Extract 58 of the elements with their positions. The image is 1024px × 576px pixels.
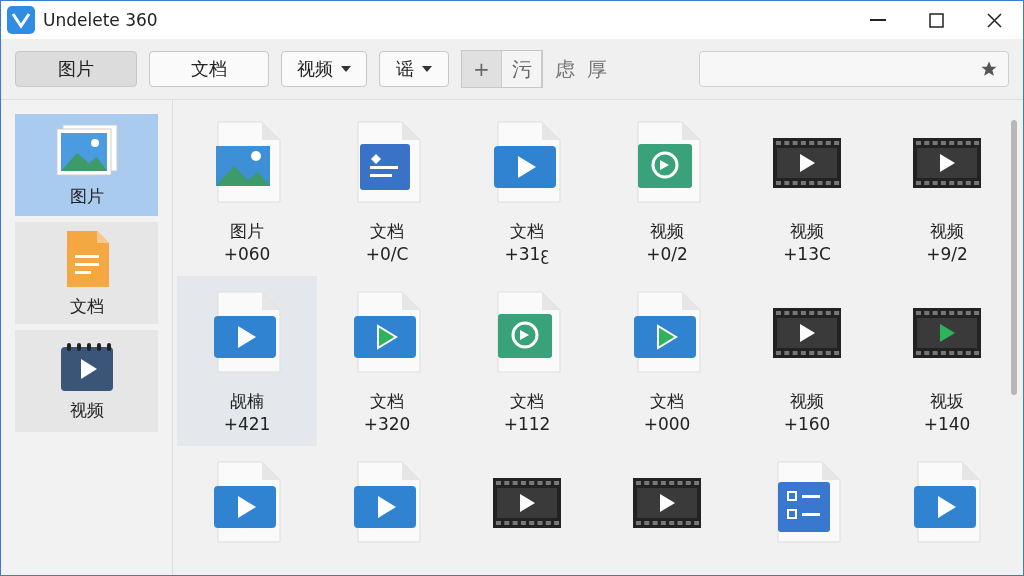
file-name: 视频 [790, 220, 824, 242]
filter-button[interactable]: 图片 [15, 51, 137, 87]
toolbar-text: 虑 [555, 55, 575, 83]
file-name: 文档 [510, 390, 544, 412]
file-tile[interactable]: 文档 +0/C [317, 106, 457, 276]
sidebar-item[interactable]: 视频 [15, 330, 158, 432]
file-name: 视频 [650, 220, 684, 242]
file-tile[interactable]: 视频 +0/2 [597, 106, 737, 276]
filter-button[interactable]: 视频 [281, 51, 367, 87]
file-count: +160 [783, 413, 831, 436]
file-count: +112 [503, 413, 551, 436]
file-count: +060 [223, 243, 271, 266]
search-field[interactable] [699, 51, 1009, 87]
file-name: 文档 [370, 220, 404, 242]
file-tile[interactable]: 视频 +9/2 [877, 106, 1005, 276]
toolbar-text: 厚 [587, 55, 607, 83]
file-tile[interactable]: 觇楠 +421 [177, 276, 317, 446]
sidebar-item[interactable]: 图片 [15, 114, 158, 216]
segment-button[interactable]: 污 [502, 51, 542, 87]
file-count: +31ꜫ [504, 243, 550, 266]
file-tile[interactable]: 图片 +060 [177, 106, 317, 276]
file-count: +0/2 [646, 243, 688, 266]
file-count: +0/C [365, 243, 409, 266]
file-tile[interactable]: 文档 +31ꜫ [457, 106, 597, 276]
file-name: 觇楠 [230, 390, 264, 412]
filter-button[interactable]: 文档 [149, 51, 269, 87]
picture-stack-icon [54, 122, 119, 179]
file-count: +000 [643, 413, 691, 436]
file-tile[interactable]: 文档 +000 [597, 276, 737, 446]
file-count: +9/2 [926, 243, 968, 266]
file-count: +140 [923, 413, 971, 436]
segment-button[interactable]: + [462, 51, 502, 87]
file-name: 文档 [650, 390, 684, 412]
sidebar-label: 文档 [69, 294, 104, 318]
maximize-icon[interactable] [928, 12, 944, 28]
close-icon[interactable] [986, 12, 1002, 28]
star-icon[interactable] [980, 60, 998, 78]
file-name: 文档 [510, 220, 544, 242]
sidebar-label: 视频 [69, 398, 104, 422]
app-logo-icon [7, 6, 35, 34]
file-tile[interactable]: 视频 +13C [737, 106, 877, 276]
file-tile[interactable]: 文档 +320 [317, 276, 457, 446]
sidebar-label: 图片 [69, 184, 104, 208]
file-name: 视频 [930, 220, 964, 242]
scrollbar-thumb[interactable] [1011, 120, 1017, 395]
file-count: +13C [783, 243, 831, 266]
file-name: 视坂 [930, 390, 964, 412]
file-count: +421 [223, 413, 271, 436]
sidebar-item[interactable]: 文档 [15, 222, 158, 324]
file-tile[interactable]: 视频 +160 [737, 276, 877, 446]
filter-button[interactable]: 谣 [379, 51, 449, 87]
file-name: 视频 [790, 390, 824, 412]
window-title: Undelete 360 [43, 10, 159, 30]
file-tile[interactable]: 文档 +112 [457, 276, 597, 446]
file-count: +320 [363, 413, 411, 436]
file-name: 图片 [230, 220, 264, 242]
file-tile[interactable]: 视坂 +140 [877, 276, 1005, 446]
file-name: 文档 [370, 390, 404, 412]
